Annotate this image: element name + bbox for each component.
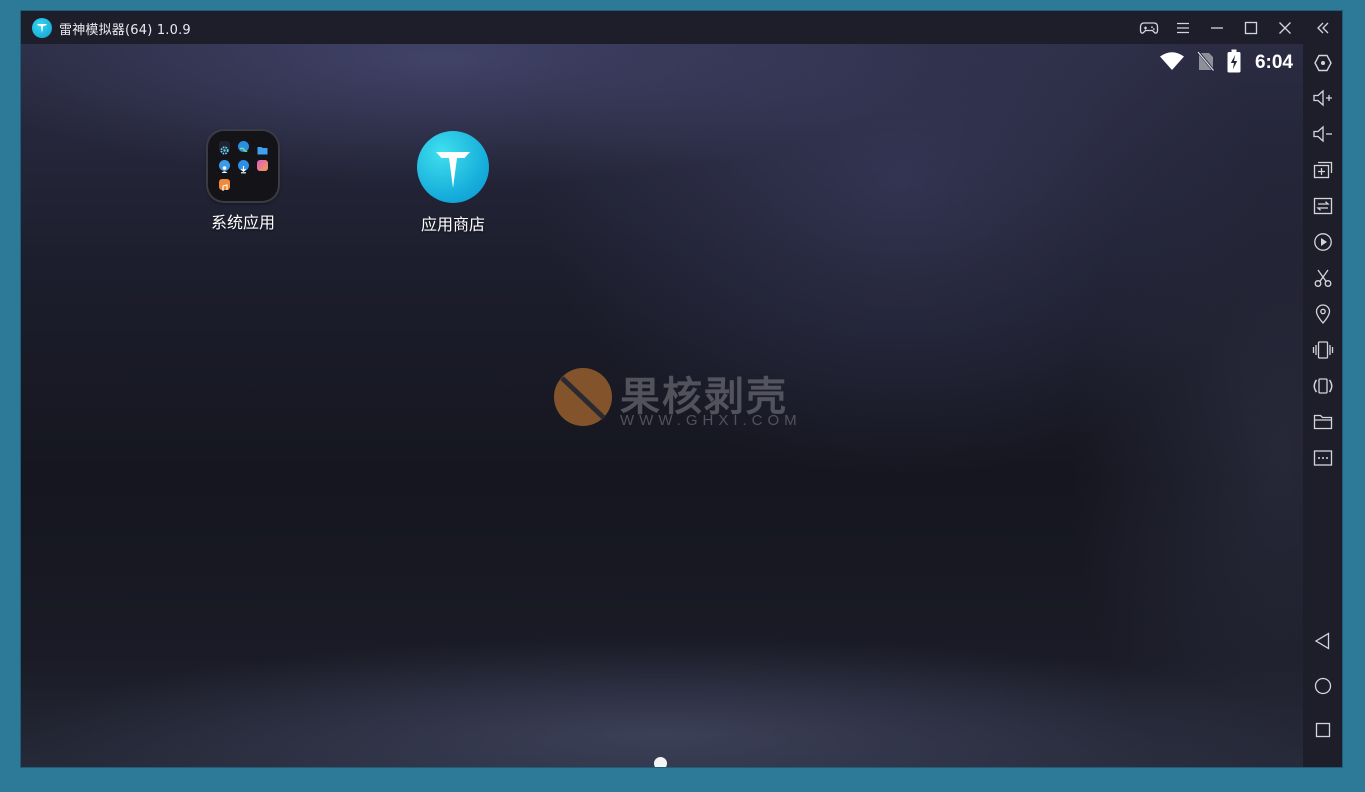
multi-instance-icon[interactable]: [1310, 157, 1336, 183]
browser-icon: [238, 141, 249, 153]
android-screen[interactable]: 6:04 系统应用 应用商店 果核剥壳 WWW.GHXI.COM: [21, 44, 1303, 767]
gamepad-icon[interactable]: [1136, 15, 1162, 41]
location-icon[interactable]: [1310, 301, 1336, 327]
back-icon[interactable]: [1310, 628, 1336, 654]
maximize-icon[interactable]: [1238, 15, 1264, 41]
no-sim-icon: [1196, 50, 1215, 76]
page-indicator-dot[interactable]: [654, 757, 667, 767]
app-label: 系统应用: [210, 213, 275, 232]
recents-icon[interactable]: [1310, 717, 1336, 743]
keymap-icon[interactable]: [1310, 50, 1336, 76]
watermark: 果核剥壳 WWW.GHXI.COM: [552, 364, 822, 434]
window-title: 雷神模拟器(64) 1.0.9: [59, 23, 191, 38]
emulator-window: 雷神模拟器(64) 1.0.9 6:04 系统应用 应用商店 果核剥壳 WWW.…: [21, 11, 1342, 767]
app-app-store[interactable]: 应用商店: [403, 131, 503, 235]
settings-icon: [219, 141, 230, 155]
collapse-icon[interactable]: [1310, 15, 1336, 41]
folder-icon[interactable]: [1310, 409, 1336, 435]
rotate-icon[interactable]: [1310, 373, 1336, 399]
music-icon: [219, 179, 230, 191]
right-toolbar: [1303, 11, 1342, 767]
more-icon[interactable]: [1310, 445, 1336, 471]
status-time: 6:04: [1254, 52, 1293, 73]
gallery-icon: [257, 160, 268, 171]
wifi-icon: [1159, 51, 1185, 75]
screenshot-icon[interactable]: [1310, 265, 1336, 291]
volume-down-icon[interactable]: [1310, 121, 1336, 147]
title-bar: 雷神模拟器(64) 1.0.9: [21, 11, 1303, 44]
app-label: 应用商店: [420, 215, 485, 234]
record-icon[interactable]: [1310, 229, 1336, 255]
home-icon[interactable]: [1310, 673, 1336, 699]
app-store-icon: [417, 131, 489, 203]
close-icon[interactable]: [1272, 15, 1298, 41]
contacts-icon: [219, 160, 230, 173]
menu-icon[interactable]: [1170, 15, 1196, 41]
volume-up-icon[interactable]: [1310, 85, 1336, 111]
status-bar: 6:04: [1159, 49, 1293, 77]
watermark-url: WWW.GHXI.COM: [620, 412, 802, 429]
sync-icon[interactable]: [1310, 193, 1336, 219]
files-icon: [257, 141, 268, 155]
app-logo-icon: [32, 18, 52, 38]
watermark-logo-icon: [554, 368, 612, 426]
battery-charging-icon: [1227, 49, 1241, 77]
downloads-icon: [238, 160, 249, 174]
app-system-apps[interactable]: 系统应用: [193, 131, 293, 233]
minimize-icon[interactable]: [1204, 15, 1230, 41]
system-apps-folder-icon: [208, 131, 278, 201]
shake-icon[interactable]: [1310, 337, 1336, 363]
